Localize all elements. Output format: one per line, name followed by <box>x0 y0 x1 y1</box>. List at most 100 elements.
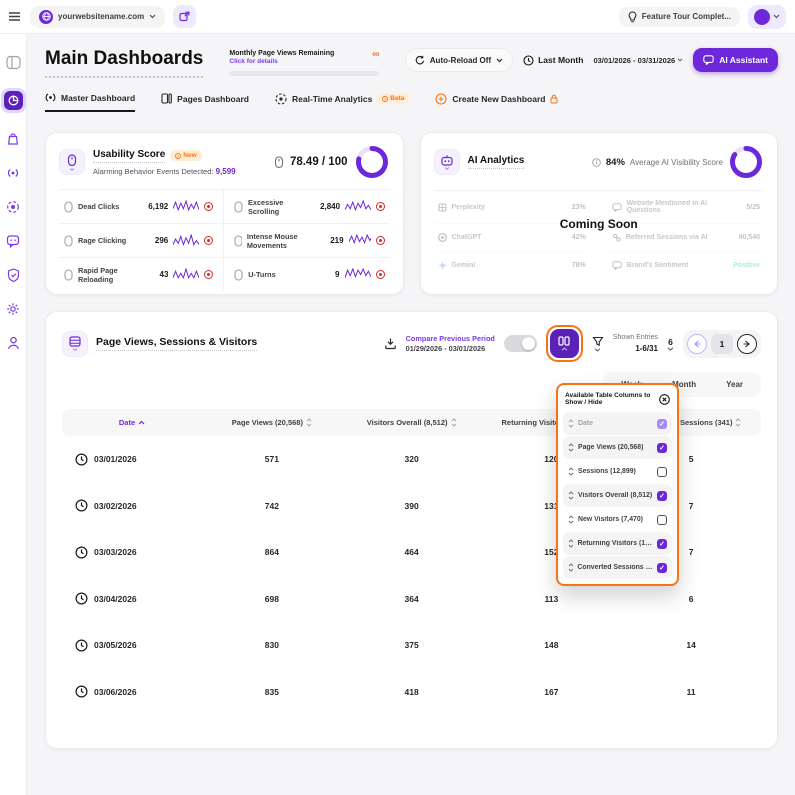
column-option-returning-visitors[interactable]: Returning Visitors (1,042) <box>563 532 672 555</box>
sort-icon <box>735 418 741 427</box>
external-link-icon <box>179 11 190 22</box>
sidebar-item-settings[interactable] <box>5 300 22 317</box>
ai-assistant-button[interactable]: AI Assistant <box>693 48 778 72</box>
sidebar-item-chat[interactable] <box>5 232 22 249</box>
tab-create-new-dashboard[interactable]: Create New Dashboard <box>435 92 558 112</box>
metric-u-turns[interactable]: U-Turns9 <box>224 258 389 291</box>
checkbox[interactable] <box>657 467 667 477</box>
robot-icon[interactable] <box>434 149 460 175</box>
metric-dead-clicks[interactable]: Dead Clicks6,192 <box>59 190 224 224</box>
metric-excessive-scrolling[interactable]: Excessive Scrolling2,840 <box>224 190 389 224</box>
drag-handle-icon[interactable] <box>568 539 573 548</box>
feature-tour-label: Feature Tour Complet... <box>642 12 731 21</box>
filter-funnel-icon <box>592 336 604 347</box>
drag-handle-icon[interactable] <box>568 563 573 572</box>
feature-tour-button[interactable]: Feature Tour Complet... <box>619 7 740 27</box>
sidebar-item-orders[interactable] <box>5 130 22 147</box>
sparkline <box>173 268 199 281</box>
panel-toggle-icon[interactable] <box>5 54 22 71</box>
tab-real-time-analytics[interactable]: Real-Time Analytics Beta <box>275 92 409 112</box>
tab-master-dashboard[interactable]: Master Dashboard <box>45 92 135 112</box>
tab-pages-dashboard[interactable]: Pages Dashboard <box>161 92 249 112</box>
checkbox[interactable] <box>657 563 667 573</box>
chat-question-icon <box>612 203 622 212</box>
account-menu[interactable] <box>748 5 786 29</box>
record-icon[interactable] <box>376 202 385 211</box>
chevron-down-icon <box>667 347 674 351</box>
record-icon[interactable] <box>204 270 213 279</box>
sidebar-item-sessions[interactable] <box>5 198 22 215</box>
menu-icon[interactable] <box>9 12 20 21</box>
sidebar-item-security[interactable] <box>5 266 22 283</box>
clock-icon <box>75 499 88 512</box>
compare-toggle[interactable] <box>504 335 537 352</box>
column-option-visitors-overall[interactable]: Visitors Overall (8,512) <box>563 484 672 507</box>
record-icon[interactable] <box>376 270 385 279</box>
prev-page-button[interactable] <box>687 334 707 354</box>
sentiment-bubble-icon <box>612 261 622 270</box>
drag-handle-icon[interactable] <box>568 491 574 500</box>
metric-intense-mouse-movements[interactable]: Intense Mouse Movements219 <box>224 224 389 258</box>
add-dashboard-icon <box>435 93 447 105</box>
checkbox[interactable] <box>657 491 667 501</box>
column-option-page-views[interactable]: Page Views (20,568) <box>563 436 672 459</box>
sort-icon <box>306 418 312 427</box>
open-site-button[interactable] <box>173 5 196 28</box>
drag-handle-icon[interactable] <box>568 443 574 452</box>
columns-button[interactable] <box>550 329 579 358</box>
checkbox[interactable] <box>657 515 667 525</box>
sidebar-item-dashboards[interactable] <box>1 88 26 113</box>
record-icon[interactable] <box>376 236 385 245</box>
mouse-icon <box>64 269 73 281</box>
download-icon[interactable] <box>384 337 397 350</box>
next-page-button[interactable] <box>737 334 757 354</box>
drag-handle-icon[interactable] <box>568 419 574 428</box>
record-icon[interactable] <box>204 236 213 245</box>
pagination: 1 <box>683 330 761 358</box>
checkbox[interactable] <box>657 419 667 429</box>
drag-handle-icon[interactable] <box>568 515 574 524</box>
date-range-picker[interactable]: 03/01/2026 - 03/31/2026 <box>593 56 683 65</box>
table-row[interactable]: 03/05/2026 830 375 148 14 <box>62 622 761 669</box>
dashboard-tabs: Master Dashboard Pages Dashboard Real-Ti… <box>45 92 778 112</box>
metric-rage-clicking[interactable]: Rage Clicking296 <box>59 224 224 258</box>
page-size-select[interactable]: 6 <box>667 337 674 351</box>
metric-rapid-page-reloading[interactable]: Rapid Page Reloading43 <box>59 258 224 291</box>
auto-reload-dropdown[interactable]: Auto-Reload Off <box>405 48 513 72</box>
record-icon[interactable] <box>204 202 213 211</box>
usability-subtitle: Alarming Behavior Events Detected: 9,599 <box>93 167 236 176</box>
range-tab-year[interactable]: Year <box>711 375 758 394</box>
mouse-icon <box>274 156 284 169</box>
column-header-page-views[interactable]: Page Views (20,568) <box>202 418 342 427</box>
checkbox[interactable] <box>657 443 667 453</box>
shown-entries: Shown Entries 1-6/31 <box>613 333 658 354</box>
mouse-icon[interactable] <box>59 149 85 175</box>
auto-reload-label: Auto-Reload Off <box>430 56 491 65</box>
ai-row-brand-sentiment: Brand's Sentiment Positive <box>608 252 764 279</box>
chevron-down-icon <box>773 14 780 19</box>
drag-handle-icon[interactable] <box>568 467 574 476</box>
sidebar-item-signal[interactable] <box>5 164 22 181</box>
clock-icon <box>75 639 88 652</box>
column-option-new-visitors[interactable]: New Visitors (7,470) <box>563 508 672 531</box>
info-icon <box>382 96 388 102</box>
site-selector[interactable]: yourwebsitename.com <box>30 6 165 28</box>
column-option-sessions[interactable]: Sessions (12,899) <box>563 460 672 483</box>
table-row[interactable]: 03/06/2026 835 418 167 11 <box>62 669 761 716</box>
monthly-details-link[interactable]: Click for details <box>229 58 334 65</box>
usability-score-card: Usability Score New Alarming Behavior Ev… <box>45 132 404 295</box>
column-option-date[interactable]: Date <box>563 412 672 435</box>
column-header-date[interactable]: Date <box>62 418 202 427</box>
close-icon[interactable] <box>659 394 670 405</box>
checkbox[interactable] <box>657 539 667 549</box>
ai-visibility-score: 84% Average AI Visibility Score <box>592 144 764 180</box>
filter-button[interactable] <box>592 336 604 352</box>
compare-previous-period[interactable]: Compare Previous Period 01/29/2026 - 03/… <box>406 334 495 354</box>
sidebar-item-profile[interactable] <box>5 334 22 351</box>
page-number[interactable]: 1 <box>711 334 733 354</box>
ai-row-gemini: Gemini 78% <box>434 252 590 279</box>
column-header-visitors-overall[interactable]: Visitors Overall (8,512) <box>342 418 482 427</box>
table-icon[interactable] <box>62 331 88 357</box>
column-option-converted-sessions[interactable]: Converted Sessions (341) <box>563 556 672 579</box>
beta-badge: Beta <box>377 93 409 104</box>
